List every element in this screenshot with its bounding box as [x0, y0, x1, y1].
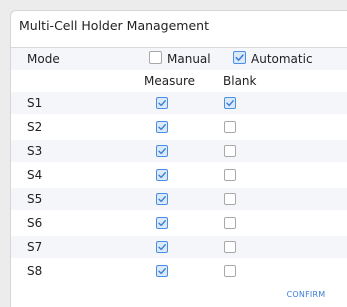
table-row: S3: [11, 140, 347, 162]
checkmark-icon: [235, 54, 244, 61]
blank-checkbox[interactable]: [224, 97, 236, 109]
checkmark-icon: [158, 172, 166, 179]
table-row: S7: [11, 236, 347, 258]
dialog-title: Multi-Cell Holder Management: [19, 18, 210, 33]
mode-label: Mode: [27, 52, 60, 66]
checkmark-icon: [158, 268, 166, 275]
manual-checkbox[interactable]: [149, 51, 162, 64]
sample-label: S7: [27, 240, 43, 254]
blank-checkbox[interactable]: [224, 217, 236, 229]
table-row: S2: [11, 116, 347, 138]
confirm-button[interactable]: CONFIRM: [273, 285, 339, 303]
table-row: S8: [11, 260, 347, 282]
measure-checkbox[interactable]: [156, 193, 168, 205]
blank-checkbox[interactable]: [224, 121, 236, 133]
table-row: S1: [11, 92, 347, 114]
checkmark-icon: [158, 100, 166, 107]
measure-checkbox[interactable]: [156, 169, 168, 181]
column-header-blank: Blank: [223, 74, 257, 88]
checkmark-icon: [158, 244, 166, 251]
sample-label: S3: [27, 144, 43, 158]
measure-checkbox[interactable]: [156, 97, 168, 109]
checkmark-icon: [226, 100, 234, 107]
mode-option-manual[interactable]: Manual: [149, 48, 211, 70]
measure-checkbox[interactable]: [156, 241, 168, 253]
column-header-measure: Measure: [144, 74, 195, 88]
mode-option-automatic[interactable]: Automatic: [233, 48, 313, 70]
automatic-checkbox[interactable]: [233, 51, 246, 64]
sample-label: S1: [27, 96, 43, 110]
sample-label: S8: [27, 264, 43, 278]
manual-label: Manual: [167, 52, 211, 66]
measure-checkbox[interactable]: [156, 217, 168, 229]
automatic-label: Automatic: [251, 52, 313, 66]
blank-checkbox[interactable]: [224, 193, 236, 205]
measure-checkbox[interactable]: [156, 265, 168, 277]
table-row: S6: [11, 212, 347, 234]
sample-label: S4: [27, 168, 43, 182]
table-row: S5: [11, 188, 347, 210]
sample-label: S6: [27, 216, 43, 230]
column-header-row: Measure Blank: [11, 70, 347, 92]
checkmark-icon: [158, 148, 166, 155]
mode-row: Mode Manual Automatic: [11, 48, 347, 70]
blank-checkbox[interactable]: [224, 145, 236, 157]
measure-checkbox[interactable]: [156, 121, 168, 133]
sample-label: S2: [27, 120, 43, 134]
multi-cell-holder-dialog: Multi-Cell Holder Management Mode Manual…: [10, 10, 347, 307]
blank-checkbox[interactable]: [224, 241, 236, 253]
checkmark-icon: [158, 220, 166, 227]
checkmark-icon: [158, 124, 166, 131]
checkmark-icon: [158, 196, 166, 203]
measure-checkbox[interactable]: [156, 145, 168, 157]
table-row: S4: [11, 164, 347, 186]
blank-checkbox[interactable]: [224, 169, 236, 181]
blank-checkbox[interactable]: [224, 265, 236, 277]
sample-label: S5: [27, 192, 43, 206]
